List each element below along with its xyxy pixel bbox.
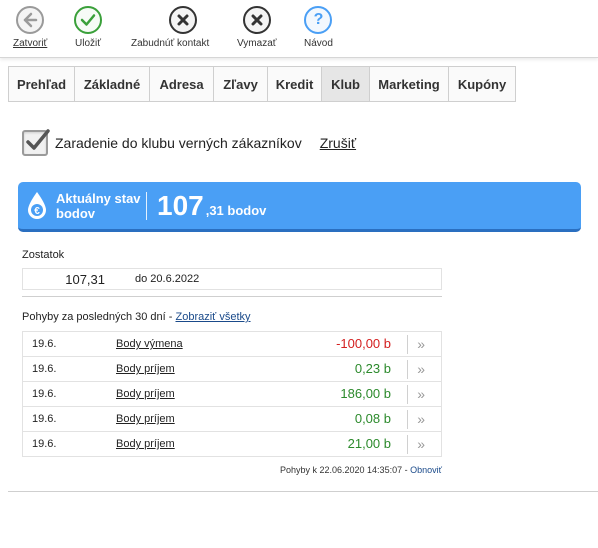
movements-title: Pohyby za posledných 30 dní - Zobraziť v… (22, 311, 251, 323)
movements-table: 19.6. Body výmena -100,00 b » 19.6. Body… (22, 331, 442, 457)
row-divider (407, 410, 408, 429)
toolbar: Zatvoriť Uložiť Zabudnúť kontakt Vymazať… (0, 0, 598, 58)
save-button[interactable]: Uložiť (74, 6, 102, 49)
movement-date: 19.6. (32, 438, 57, 450)
movement-date: 19.6. (32, 388, 57, 400)
movement-date: 19.6. (32, 413, 57, 425)
movement-type-link[interactable]: Body príjem (116, 438, 175, 450)
tab-marketing[interactable]: Marketing (369, 66, 449, 102)
help-label: Návod (304, 38, 333, 49)
tab-club[interactable]: Klub (321, 66, 370, 102)
tab-basic[interactable]: Základné (74, 66, 150, 102)
points-integer: 107 (157, 189, 204, 221)
table-row: 19.6. Body výmena -100,00 b » (22, 332, 442, 357)
close-label: Zatvoriť (13, 38, 48, 49)
banner-divider (146, 191, 147, 220)
balance-row: 107,31 do 20.6.2022 (22, 268, 442, 290)
detail-arrow-icon[interactable]: » (417, 436, 425, 452)
tab-address[interactable]: Adresa (149, 66, 214, 102)
table-row: 19.6. Body príjem 21,00 b » (22, 432, 442, 457)
delete-label: Vymazať (237, 38, 277, 49)
tab-discounts[interactable]: Zľavy (213, 66, 268, 102)
table-row: 19.6. Body príjem 0,08 b » (22, 407, 442, 432)
table-row: 19.6. Body príjem 0,23 b » (22, 357, 442, 382)
movement-amount: 0,23 b (354, 361, 391, 376)
updated-text: Pohyby k 22.06.2020 14:35:07 - (279, 465, 411, 475)
movements-updated-note: Pohyby k 22.06.2020 14:35:07 - Obnoviť (280, 465, 442, 475)
detail-arrow-icon[interactable]: » (417, 336, 425, 352)
cancel-membership-link[interactable]: Zrušiť (320, 135, 356, 151)
x-circle-icon (169, 6, 198, 34)
tab-credit[interactable]: Kredit (267, 66, 322, 102)
club-membership-row: Zaradenie do klubu verných zákazníkov Zr… (22, 129, 356, 156)
forget-contact-button[interactable]: Zabudnúť kontakt (131, 6, 209, 49)
bottom-divider (8, 491, 598, 492)
movement-amount: 0,08 b (354, 411, 391, 426)
points-status-label: Aktuálny stav bodov (56, 190, 141, 221)
detail-arrow-icon[interactable]: » (417, 411, 425, 427)
row-divider (407, 435, 408, 454)
points-decimal: ,31 bodov (205, 203, 267, 218)
movement-amount: 186,00 b (340, 386, 391, 401)
movement-type-link[interactable]: Body príjem (116, 388, 175, 400)
movement-amount: -100,00 b (336, 336, 391, 351)
detail-arrow-icon[interactable]: » (417, 361, 425, 377)
movement-type-link[interactable]: Body príjem (116, 363, 175, 375)
movement-date: 19.6. (32, 363, 57, 375)
tab-overview[interactable]: Prehľad (8, 66, 75, 102)
movement-type-link[interactable]: Body výmena (116, 338, 183, 350)
tab-coupons[interactable]: Kupóny (448, 66, 516, 102)
x-circle-icon (242, 6, 271, 34)
back-arrow-icon (16, 6, 45, 34)
row-divider (407, 385, 408, 404)
forget-contact-label: Zabudnúť kontakt (131, 38, 210, 49)
delete-button[interactable]: Vymazať (237, 6, 277, 49)
tab-bar: Prehľad Základné Adresa Zľavy Kredit Klu… (8, 66, 516, 102)
points-status-banner: € Aktuálny stav bodov 107 ,31 bodov (18, 182, 581, 232)
divider (22, 296, 442, 297)
close-button[interactable]: Zatvoriť (13, 6, 47, 49)
movement-date: 19.6. (32, 338, 57, 350)
row-divider (407, 335, 408, 354)
euro-drop-icon: € (28, 191, 46, 219)
checkmark-icon (74, 6, 102, 34)
club-membership-label: Zaradenie do klubu verných zákazníkov (55, 135, 302, 151)
balance-valid-until: do 20.6.2022 (135, 273, 200, 285)
show-all-link[interactable]: Zobraziť všetky (175, 311, 250, 323)
movement-type-link[interactable]: Body príjem (116, 413, 175, 425)
refresh-link[interactable]: Obnoviť (410, 465, 442, 475)
movement-amount: 21,00 b (347, 436, 391, 451)
question-mark-icon: ? (304, 6, 333, 34)
table-row: 19.6. Body príjem 186,00 b » (22, 382, 442, 407)
help-button[interactable]: ? Návod (304, 6, 333, 49)
save-label: Uložiť (75, 38, 101, 49)
row-divider (407, 360, 408, 379)
checkmark-icon (26, 129, 50, 150)
movements-title-text: Pohyby za posledných 30 dní - (22, 311, 176, 323)
balance-value: 107,31 (65, 271, 105, 287)
svg-text:€: € (34, 206, 40, 217)
detail-arrow-icon[interactable]: » (417, 386, 425, 402)
balance-title: Zostatok (22, 249, 65, 261)
club-membership-checkbox[interactable] (22, 129, 50, 156)
